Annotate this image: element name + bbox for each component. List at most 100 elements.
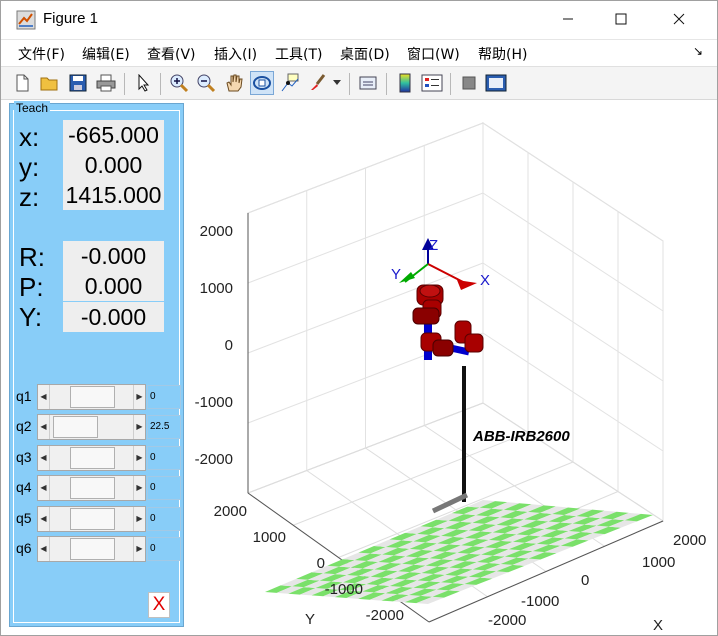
teach-panel: Teach x: -665.000 y: 0.000 z: 1415.000 R… (9, 101, 184, 627)
toolbar-separator (160, 73, 161, 95)
joint-label: q6 (16, 540, 32, 556)
slider-left-arrow-icon[interactable]: ◀ (38, 385, 50, 409)
minimize-icon (563, 18, 573, 20)
title-bar: Figure 1 (0, 0, 718, 40)
roll-label: R: (19, 242, 45, 272)
yaw-label: Y: (19, 302, 43, 332)
x-value: -665.000 (63, 120, 164, 150)
frame-x-label: X (480, 272, 490, 289)
z-tick-label: 2000 (200, 223, 233, 240)
teach-panel-title: Teach (14, 101, 51, 115)
y-label: y: (19, 152, 40, 182)
joint-slider[interactable]: ◀ ▶ (37, 506, 146, 532)
show-plot-tools-icon[interactable] (484, 71, 508, 95)
maximize-icon (615, 13, 627, 25)
joint-label: q4 (16, 479, 32, 495)
data-cursor-icon[interactable] (278, 71, 302, 95)
window-title: Figure 1 (43, 10, 99, 27)
slider-thumb[interactable] (70, 477, 115, 499)
joint-value-field[interactable]: 0 (147, 446, 181, 470)
joint-value-field[interactable]: 22.5 (147, 415, 181, 439)
link-plot-icon[interactable] (357, 71, 381, 95)
slider-thumb[interactable] (70, 508, 115, 530)
joint-slider[interactable]: ◀ ▶ (37, 414, 146, 440)
slider-left-arrow-icon[interactable]: ◀ (38, 446, 50, 470)
rotate-3d-icon[interactable] (250, 71, 274, 95)
zoom-out-icon[interactable] (194, 71, 218, 95)
joint-slider[interactable]: ◀ ▶ (37, 384, 146, 410)
maximize-button[interactable] (598, 0, 644, 38)
brush-dropdown-icon[interactable] (330, 71, 344, 95)
robot-3d-plot[interactable]: 200010000-1000-2000200010000-1000-200020… (185, 100, 718, 630)
slider-right-arrow-icon[interactable]: ▶ (133, 446, 145, 470)
toolbar-separator (386, 73, 387, 95)
y-axis-label: Y (305, 611, 315, 628)
dock-arrow-icon[interactable]: ↘ (693, 44, 703, 58)
z-tick-label: 0 (225, 337, 233, 354)
slider-thumb[interactable] (53, 416, 98, 438)
y-tick-label: 1000 (253, 529, 286, 546)
menu-help[interactable]: 帮助(H) (478, 44, 527, 64)
y-tick-label: 0 (317, 555, 325, 572)
pitch-value: 0.000 (63, 271, 164, 301)
menu-desktop[interactable]: 桌面(D) (340, 44, 390, 64)
joint-value-field[interactable]: 0 (147, 385, 181, 409)
x-label: x: (19, 122, 40, 152)
brush-icon[interactable] (306, 71, 330, 95)
teach-close-button[interactable]: X (148, 592, 170, 618)
menu-window[interactable]: 窗口(W) (407, 44, 460, 64)
joint-value-field[interactable]: 0 (147, 537, 181, 561)
joint-value-field[interactable]: 0 (147, 476, 181, 500)
y-tick-label: -1000 (325, 581, 363, 598)
frame-y-label: Y (391, 266, 401, 283)
slider-thumb[interactable] (70, 538, 115, 560)
z-value: 1415.000 (63, 180, 164, 210)
new-figure-icon[interactable] (10, 71, 34, 95)
zoom-in-icon[interactable] (167, 71, 191, 95)
slider-thumb[interactable] (70, 447, 115, 469)
print-icon[interactable] (94, 71, 118, 95)
joint-slider[interactable]: ◀ ▶ (37, 475, 146, 501)
x-axis-label: X (653, 617, 663, 630)
robot-3d-axes[interactable]: 2000 1000 0 -1000 -2000 2000 1000 0 -1000 -2000 20… (185, 100, 718, 630)
joint-value-field[interactable]: 0 (147, 507, 181, 531)
slider-right-arrow-icon[interactable]: ▶ (133, 385, 145, 409)
minimize-button[interactable] (545, 0, 591, 38)
open-file-icon[interactable] (38, 71, 62, 95)
menu-tools[interactable]: 工具(T) (275, 44, 322, 64)
slider-right-arrow-icon[interactable]: ▶ (133, 476, 145, 500)
yaw-value: -0.000 (63, 302, 164, 332)
robot-name-label: ABB-IRB2600 (472, 428, 570, 445)
slider-right-arrow-icon[interactable]: ▶ (133, 507, 145, 531)
z-tick-label: -1000 (195, 394, 233, 411)
legend-icon[interactable] (420, 71, 444, 95)
robot-joint (432, 339, 454, 357)
hide-plot-tools-icon[interactable] (457, 71, 481, 95)
slider-left-arrow-icon[interactable]: ◀ (38, 476, 50, 500)
joint-slider[interactable]: ◀ ▶ (37, 445, 146, 471)
close-button[interactable] (656, 0, 702, 38)
slider-thumb[interactable] (70, 386, 115, 408)
joint-label: q5 (16, 510, 32, 526)
pan-icon[interactable] (222, 71, 246, 95)
menu-edit[interactable]: 编辑(E) (82, 44, 130, 64)
slider-left-arrow-icon[interactable]: ◀ (38, 507, 50, 531)
colorbar-icon[interactable] (393, 71, 417, 95)
slider-left-arrow-icon[interactable]: ◀ (38, 537, 50, 561)
joint-label: q3 (16, 449, 32, 465)
save-icon[interactable] (66, 71, 90, 95)
menu-view[interactable]: 查看(V) (147, 44, 196, 64)
joint-slider[interactable]: ◀ ▶ (37, 536, 146, 562)
slider-left-arrow-icon[interactable]: ◀ (38, 415, 50, 439)
checkerboard-floor (265, 500, 653, 604)
slider-right-arrow-icon[interactable]: ▶ (133, 537, 145, 561)
x-tick-label: -1000 (521, 593, 559, 610)
robot-joint (412, 307, 440, 325)
menu-insert[interactable]: 插入(I) (214, 44, 257, 64)
slider-right-arrow-icon[interactable]: ▶ (133, 415, 145, 439)
roll-value: -0.000 (63, 241, 164, 271)
menu-file[interactable]: 文件(F) (18, 44, 65, 64)
pointer-icon[interactable] (132, 71, 156, 95)
robot-joint (464, 333, 484, 353)
joint-label: q1 (16, 388, 32, 404)
